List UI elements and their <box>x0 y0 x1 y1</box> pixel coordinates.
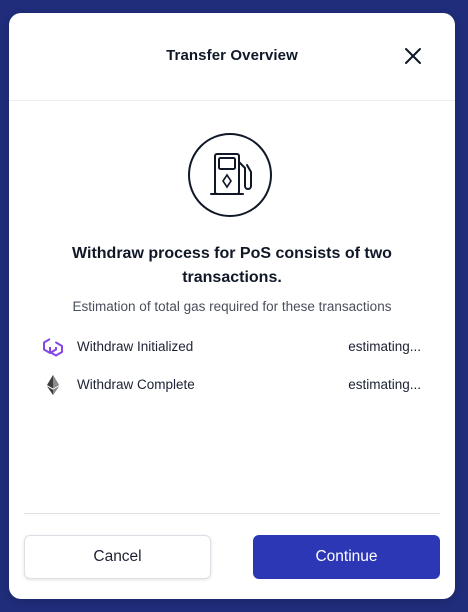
footer-divider <box>24 513 440 514</box>
gas-pump-icon <box>187 132 273 218</box>
step-withdraw-initialized: Withdraw Initialized estimating... <box>39 335 425 359</box>
close-icon <box>405 48 421 64</box>
ethereum-icon <box>39 373 67 397</box>
step-label: Withdraw Initialized <box>77 339 194 354</box>
dialog-header: Transfer Overview <box>9 13 455 101</box>
step-label: Withdraw Complete <box>77 377 195 392</box>
step-withdraw-complete: Withdraw Complete estimating... <box>39 373 425 397</box>
cancel-button[interactable]: Cancel <box>24 535 211 579</box>
step-gas-value: estimating... <box>348 339 421 354</box>
polygon-icon <box>39 335 67 359</box>
transfer-overview-dialog: Transfer Overview Withdraw process for P… <box>9 13 455 599</box>
dialog-title: Transfer Overview <box>166 47 298 64</box>
continue-button[interactable]: Continue <box>253 535 440 579</box>
step-gas-value: estimating... <box>348 377 421 392</box>
gas-estimation-subtext: Estimation of total gas required for the… <box>72 299 392 314</box>
withdraw-headline: Withdraw process for PoS consists of two… <box>72 245 392 286</box>
close-button[interactable] <box>403 46 423 66</box>
